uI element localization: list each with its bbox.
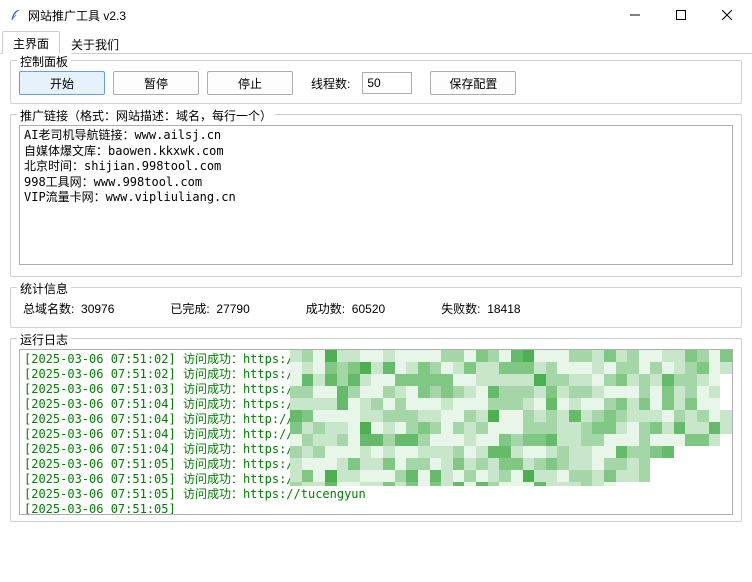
- start-button[interactable]: 开始: [19, 71, 105, 95]
- links-group: 推广链接（格式：网站描述：域名，每行一个）: [10, 114, 742, 277]
- thread-count-label: 线程数:: [311, 75, 350, 92]
- minimize-button[interactable]: [612, 0, 658, 30]
- log-output[interactable]: [2025-03-06 07:51:02] 访问成功：https://www.c…: [19, 349, 733, 515]
- log-group: 运行日志 [2025-03-06 07:51:02] 访问成功：https://…: [10, 338, 742, 522]
- stat-success: 成功数: 60520: [306, 300, 385, 317]
- log-line: [2025-03-06 07:51:05]: [24, 502, 728, 515]
- pause-button[interactable]: 暂停: [113, 71, 199, 95]
- tab-main[interactable]: 主界面: [2, 31, 60, 54]
- links-textarea[interactable]: [19, 125, 733, 265]
- stats-legend: 统计信息: [17, 280, 71, 297]
- stat-domains: 总域名数: 30976: [23, 300, 114, 317]
- stat-done: 已完成: 27790: [170, 300, 249, 317]
- stop-button[interactable]: 停止: [207, 71, 293, 95]
- thread-count-input[interactable]: [362, 72, 412, 94]
- tab-bar: 主界面 关于我们: [0, 30, 752, 54]
- title-bar: 网站推广工具 v2.3: [0, 0, 752, 30]
- control-panel-group: 控制面板 开始 暂停 停止 线程数: 保存配置: [10, 60, 742, 104]
- log-line: [2025-03-06 07:51:05] 访问成功：https://tucen…: [24, 487, 728, 502]
- log-legend: 运行日志: [17, 331, 71, 348]
- close-button[interactable]: [704, 0, 750, 30]
- save-config-button[interactable]: 保存配置: [430, 71, 516, 95]
- stat-fail: 失败数: 18418: [441, 300, 520, 317]
- window-title: 网站推广工具 v2.3: [28, 7, 612, 24]
- app-icon: [8, 8, 22, 22]
- stats-group: 统计信息 总域名数: 30976 已完成: 27790 成功数: 60520 失…: [10, 287, 742, 328]
- log-obscured-area: [290, 350, 732, 486]
- control-panel-legend: 控制面板: [17, 53, 71, 70]
- maximize-button[interactable]: [658, 0, 704, 30]
- tab-about[interactable]: 关于我们: [60, 32, 130, 55]
- links-legend: 推广链接（格式：网站描述：域名，每行一个）: [17, 107, 275, 124]
